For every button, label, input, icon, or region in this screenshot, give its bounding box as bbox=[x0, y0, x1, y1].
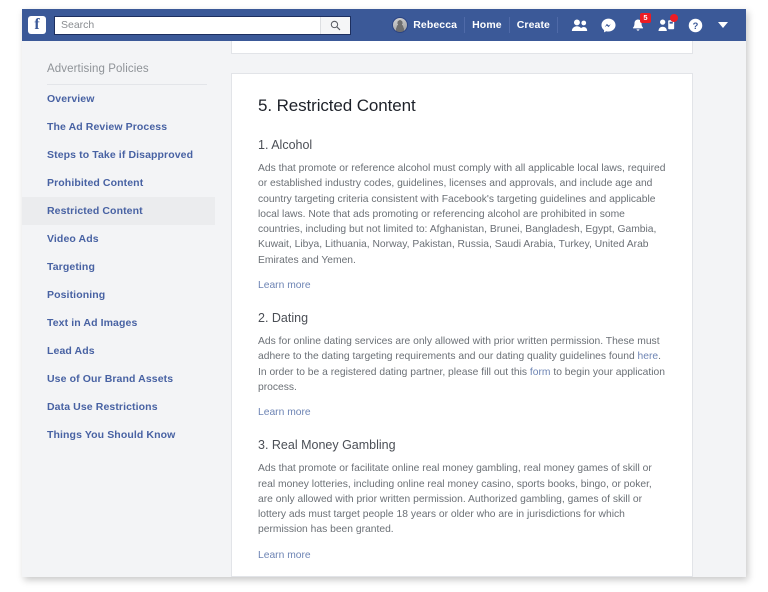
friend-requests-icon[interactable] bbox=[658, 17, 675, 34]
dating-form-link[interactable]: form bbox=[530, 367, 551, 378]
profile-name: Rebecca bbox=[413, 19, 457, 31]
nav-divider bbox=[557, 17, 558, 33]
user-avatar bbox=[392, 17, 408, 33]
search-submit-button[interactable] bbox=[320, 17, 350, 34]
account-menu-caret-icon[interactable] bbox=[718, 22, 728, 28]
section-heading: 1. Alcohol bbox=[258, 138, 666, 152]
messenger-icon[interactable] bbox=[600, 17, 617, 34]
section-alcohol: 1. Alcohol Ads that promote or reference… bbox=[258, 138, 666, 311]
section-body: Ads that promote or reference alcohol mu… bbox=[258, 161, 666, 268]
learn-more-link[interactable]: Learn more bbox=[258, 550, 311, 561]
search-input[interactable] bbox=[55, 17, 320, 34]
section-real-money-gambling: 3. Real Money Gambling Ads that promote … bbox=[258, 438, 666, 577]
restricted-content-card: 5. Restricted Content 1. Alcohol Ads tha… bbox=[231, 73, 693, 577]
sidebar-item-lead-ads[interactable]: Lead Ads bbox=[22, 337, 215, 365]
sidebar-item-overview[interactable]: Overview bbox=[22, 85, 215, 113]
dating-guidelines-link[interactable]: here bbox=[638, 351, 659, 362]
facebook-f-logo[interactable]: f bbox=[28, 16, 46, 34]
sidebar-item-use-of-our-brand-assets[interactable]: Use of Our Brand Assets bbox=[22, 365, 215, 393]
sidebar-item-positioning[interactable]: Positioning bbox=[22, 281, 215, 309]
section-dating: 2. Dating Ads for online dating services… bbox=[258, 311, 666, 438]
section-body: Ads that promote or facilitate online re… bbox=[258, 461, 666, 537]
create-link[interactable]: Create bbox=[517, 19, 550, 31]
notifications-bell-icon[interactable]: 5 bbox=[629, 17, 646, 34]
sidebar-item-restricted-content[interactable]: Restricted Content bbox=[22, 197, 215, 225]
help-question-icon[interactable]: ? bbox=[687, 17, 704, 34]
advertising-policies-sidebar: Advertising Policies Overview The Ad Rev… bbox=[22, 63, 215, 449]
svg-text:?: ? bbox=[693, 21, 699, 31]
sidebar-title: Advertising Policies bbox=[22, 63, 215, 84]
nav-divider bbox=[509, 17, 510, 33]
friend-requests-dot-badge bbox=[670, 14, 678, 22]
section-heading: 2. Dating bbox=[258, 311, 666, 325]
sidebar-item-text-in-ad-images[interactable]: Text in Ad Images bbox=[22, 309, 215, 337]
sidebar-item-steps-to-take-if-disapproved[interactable]: Steps to Take if Disapproved bbox=[22, 141, 215, 169]
notifications-badge: 5 bbox=[640, 13, 651, 23]
learn-more-link[interactable]: Learn more bbox=[258, 280, 311, 291]
previous-card-stub bbox=[231, 41, 693, 54]
sidebar-item-video-ads[interactable]: Video Ads bbox=[22, 225, 215, 253]
sidebar-item-targeting[interactable]: Targeting bbox=[22, 253, 215, 281]
friends-icon[interactable] bbox=[571, 17, 588, 34]
learn-more-link[interactable]: Learn more bbox=[258, 407, 311, 418]
nav-divider bbox=[464, 17, 465, 33]
sidebar-item-prohibited-content[interactable]: Prohibited Content bbox=[22, 169, 215, 197]
page-body: Advertising Policies Overview The Ad Rev… bbox=[22, 41, 746, 577]
section-body-part: Ads for online dating services are only … bbox=[258, 336, 660, 362]
home-link[interactable]: Home bbox=[472, 19, 502, 31]
page-title: 5. Restricted Content bbox=[258, 96, 666, 116]
facebook-navbar: f Rebecca Home Create bbox=[22, 9, 746, 41]
sidebar-item-data-use-restrictions[interactable]: Data Use Restrictions bbox=[22, 393, 215, 421]
profile-link[interactable]: Rebecca bbox=[392, 17, 457, 33]
browser-page-frame: f Rebecca Home Create bbox=[22, 9, 746, 577]
section-body: Ads for online dating services are only … bbox=[258, 334, 666, 395]
search-icon bbox=[330, 20, 341, 31]
sidebar-item-things-you-should-know[interactable]: Things You Should Know bbox=[22, 421, 215, 449]
search-box[interactable] bbox=[54, 16, 351, 35]
sidebar-item-the-ad-review-process[interactable]: The Ad Review Process bbox=[22, 113, 215, 141]
navbar-right-group: Rebecca Home Create bbox=[392, 9, 728, 41]
section-heading: 3. Real Money Gambling bbox=[258, 438, 666, 452]
